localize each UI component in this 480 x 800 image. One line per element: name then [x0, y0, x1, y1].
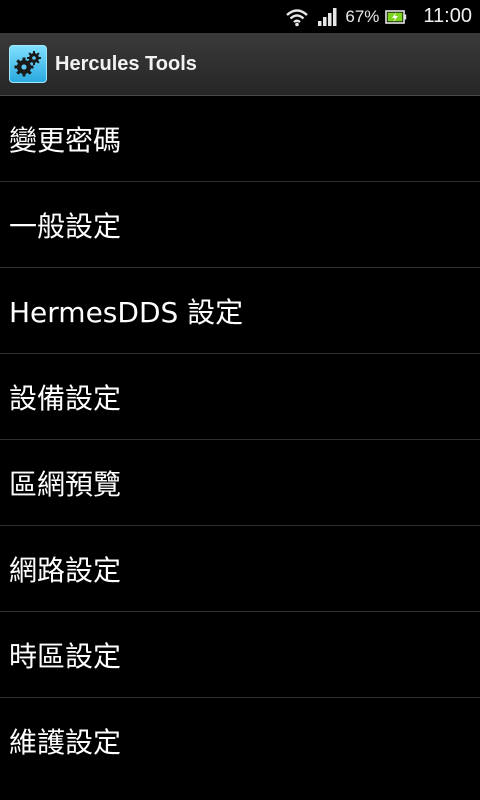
battery-charging-icon — [385, 9, 407, 24]
menu-item-label: 區網預覽 — [9, 467, 122, 501]
menu-item-change-password[interactable]: 變更密碼 — [0, 96, 480, 182]
status-bar: 67% 11:00 — [0, 0, 480, 33]
menu-item-label: 一般設定 — [9, 209, 122, 243]
menu-item-device-settings[interactable]: 設備設定 — [0, 354, 480, 440]
menu-item-lan-preview[interactable]: 區網預覽 — [0, 440, 480, 526]
menu-item-label: HermesDDS 設定 — [9, 295, 244, 329]
action-bar: Hercules Tools — [0, 33, 480, 96]
menu-item-label: 設備設定 — [9, 381, 122, 415]
status-clock: 11:00 — [423, 5, 472, 27]
menu-item-label: 網路設定 — [9, 553, 122, 587]
gears-icon-graphic — [14, 51, 41, 77]
gears-icon[interactable] — [9, 45, 47, 83]
menu-item-general-settings[interactable]: 一般設定 — [0, 182, 480, 268]
menu-item-hermesdds-settings[interactable]: HermesDDS 設定 — [0, 268, 480, 354]
wifi-icon — [286, 8, 309, 26]
menu-item-label: 時區設定 — [9, 639, 122, 673]
menu-item-maintenance-settings[interactable]: 維護設定 — [0, 698, 480, 784]
app-title: Hercules Tools — [55, 52, 197, 75]
menu-item-label: 維護設定 — [9, 726, 122, 759]
menu-item-network-settings[interactable]: 網路設定 — [0, 526, 480, 612]
battery-percent: 67% — [345, 6, 380, 26]
menu-item-label: 變更密碼 — [9, 123, 122, 157]
signal-icon — [318, 7, 337, 26]
menu-item-timezone-settings[interactable]: 時區設定 — [0, 612, 480, 698]
settings-menu: 變更密碼 一般設定 HermesDDS 設定 設備設定 區網預覽 網路設定 時區… — [0, 96, 480, 784]
